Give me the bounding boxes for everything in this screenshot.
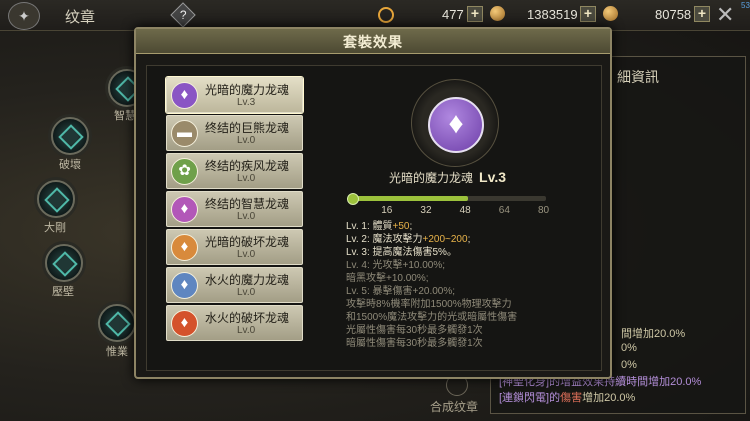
dragon-soul-icon: ♦ <box>171 196 198 223</box>
emblem-node-5[interactable] <box>98 304 136 342</box>
set-list-item[interactable]: ♦ 水火的破坏龙魂 Lv.0 <box>166 305 303 341</box>
set-list-item[interactable]: ♦ 光暗的破坏龙魂 Lv.0 <box>166 229 303 265</box>
progress-milestone-label: 80 <box>538 205 550 216</box>
currency-1-add-button[interactable]: + <box>467 6 483 22</box>
modal-title: 套裝效果 <box>343 34 403 50</box>
set-item-name: 终结的巨熊龙魂 <box>205 121 290 135</box>
selected-set-level: Lv.3 <box>479 169 506 185</box>
set-item-name: 终结的智慧龙魂 <box>205 197 290 211</box>
emblem-node-4[interactable] <box>45 244 83 282</box>
info-line: [連鎖閃電]的傷害增加20.0% <box>499 392 636 404</box>
compose-emblem-label[interactable]: 合成纹章 <box>430 398 478 415</box>
selected-set-title: 光暗的魔力龙魂 Lv.3 <box>389 169 506 186</box>
set-list-item[interactable]: ▬ 终结的巨熊龙魂 Lv.0 <box>166 115 303 151</box>
progress-start-node <box>347 193 359 205</box>
currency-2-value: 1383519 <box>527 7 578 22</box>
progress-milestone-label: 64 <box>498 205 510 216</box>
set-item-level: Lv.0 <box>237 135 256 146</box>
set-item-level: Lv.0 <box>237 249 256 260</box>
coin-icon <box>603 6 618 21</box>
set-item-name: 水火的魔力龙魂 <box>205 273 290 287</box>
info-line: 0% <box>621 359 637 371</box>
help-icon[interactable]: ? <box>170 2 196 28</box>
emblem-node-label: 智慧 <box>114 110 136 122</box>
corner-indicator: 53 <box>741 1 750 10</box>
set-item-level: Lv.3 <box>237 97 256 108</box>
dragon-soul-icon: ♦ <box>171 234 198 261</box>
coin-icon <box>490 6 505 21</box>
modal-header: 套裝效果 <box>136 29 610 54</box>
selected-set-name: 光暗的魔力龙魂 <box>389 171 474 185</box>
set-item-level: Lv.0 <box>237 287 256 298</box>
emblem-logo-icon[interactable]: ✦ <box>8 2 40 30</box>
info-line: 0% <box>621 342 637 354</box>
progress-milestone-label: 32 <box>420 205 432 216</box>
emblem-node-3[interactable] <box>37 180 75 218</box>
set-item-name: 终结的疾风龙魂 <box>205 159 290 173</box>
set-progress-fill <box>350 196 468 201</box>
info-line: 間增加20.0% <box>621 328 686 340</box>
currency-1-value: 477 <box>442 7 464 22</box>
emblem-node-2[interactable] <box>51 117 89 155</box>
set-list-item[interactable]: ✿ 终结的疾风龙魂 Lv.0 <box>166 153 303 189</box>
set-item-level: Lv.0 <box>237 211 256 222</box>
dragon-soul-icon: ♦ <box>428 97 484 153</box>
set-item-level: Lv.0 <box>237 173 256 184</box>
set-effect-modal: 套裝效果 ♦ 光暗的魔力龙魂 Lv.3 ▬ 终结的巨熊龙魂 Lv.0 ✿ 终结的疾风龙魂 Lv.… <box>134 27 612 379</box>
set-list-item[interactable]: ♦ 光暗的魔力龙魂 Lv.3 <box>166 77 303 113</box>
dragon-soul-icon: ▬ <box>171 120 198 147</box>
set-item-name: 光暗的破坏龙魂 <box>205 235 290 249</box>
dragon-soul-icon: ♦ <box>171 310 198 337</box>
dragon-soul-icon: ✿ <box>171 158 198 185</box>
set-list-item[interactable]: ♦ 终结的智慧龙魂 Lv.0 <box>166 191 303 227</box>
set-item-level: Lv.0 <box>237 325 256 336</box>
set-effect-line: 暗屬性傷害每30秒最多觸發1次 <box>346 338 483 349</box>
emblem-node-label: 惟業 <box>106 346 128 358</box>
refresh-icon[interactable] <box>378 7 394 23</box>
progress-milestone-label: 48 <box>459 205 471 216</box>
emblem-node-label: 壓壁 <box>52 286 74 298</box>
currency-2-add-button[interactable]: + <box>580 6 596 22</box>
dragon-soul-icon: ♦ <box>171 82 198 109</box>
currency-3-add-button[interactable]: + <box>694 6 710 22</box>
page-title: 纹章 <box>65 9 96 26</box>
detail-info-title: 細資訊 <box>617 69 659 85</box>
dragon-soul-icon: ♦ <box>171 272 198 299</box>
close-icon[interactable]: ✕ <box>716 4 734 26</box>
set-progress-bar: 16 32 48 64 80 <box>347 193 549 216</box>
currency-3-value: 80758 <box>655 7 692 22</box>
set-item-name: 光暗的魔力龙魂 <box>205 83 290 97</box>
emblem-node-label: 破壞 <box>59 159 81 171</box>
set-item-name: 水火的破坏龙魂 <box>205 311 290 325</box>
progress-milestone-label: 16 <box>381 205 393 216</box>
set-list-item[interactable]: ♦ 水火的魔力龙魂 Lv.0 <box>166 267 303 303</box>
emblem-node-label: 大剛 <box>44 222 66 234</box>
